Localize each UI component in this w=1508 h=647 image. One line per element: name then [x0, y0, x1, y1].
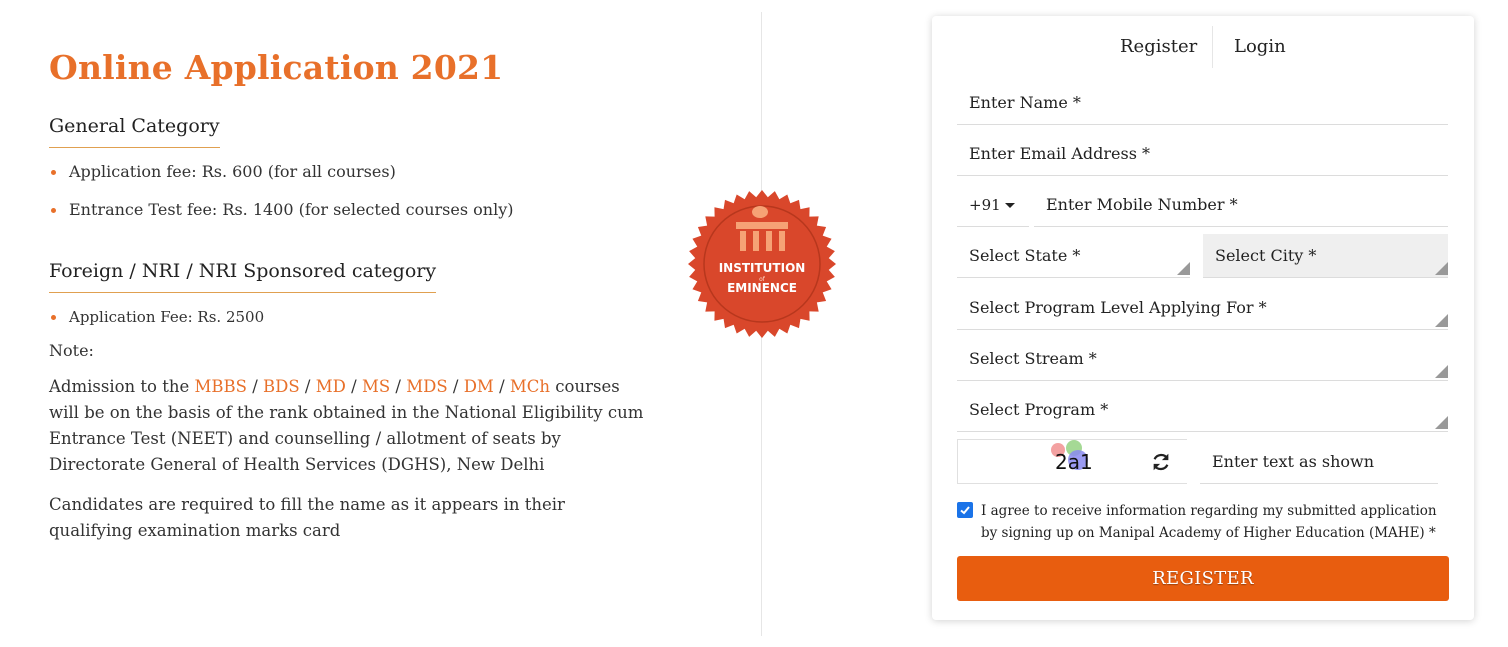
separator: / — [345, 377, 362, 396]
list-item: Application fee: Rs. 600 (for all course… — [49, 162, 649, 182]
select-corner-icon — [1435, 314, 1448, 327]
list-item: Application Fee: Rs. 2500 — [49, 307, 649, 327]
course-link-bds[interactable]: BDS — [263, 377, 300, 396]
separator: / — [246, 377, 264, 396]
email-input[interactable]: Enter Email Address * — [957, 132, 1448, 176]
state-placeholder: Select State * — [969, 246, 1081, 265]
left-info-panel: Online Application 2021 General Category… — [49, 48, 649, 544]
register-form-panel: Register Login Enter Name * Enter Email … — [932, 16, 1474, 620]
foreign-fee-list: Application Fee: Rs. 2500 — [49, 307, 649, 327]
name-placeholder: Enter Name * — [969, 93, 1081, 112]
agree-text: I agree to receive information regarding… — [981, 503, 1437, 541]
chevron-down-icon — [1005, 203, 1015, 208]
select-corner-icon — [1435, 365, 1448, 378]
captcha-input[interactable]: Enter text as shown — [1200, 439, 1438, 484]
select-corner-icon — [1435, 416, 1448, 429]
program-level-select[interactable]: Select Program Level Applying For * — [957, 286, 1448, 330]
eminence-seal-icon: INSTITUTION of EMINENCE — [688, 190, 836, 338]
fee-suffix: (for selected courses only) — [293, 200, 514, 219]
auth-tabs: Register Login — [932, 26, 1474, 68]
name-note: Candidates are required to fill the name… — [49, 495, 565, 540]
mobile-input[interactable]: Enter Mobile Number * — [1034, 183, 1448, 227]
fee-label: Entrance Test fee: — [69, 200, 223, 219]
course-link-dm[interactable]: DM — [464, 377, 494, 396]
admission-note: Admission to the MBBS / BDS / MD / MS / … — [49, 374, 649, 478]
general-category-heading: General Category — [49, 115, 220, 148]
fee-amount: Rs. 600 — [201, 162, 263, 181]
program-level-placeholder: Select Program Level Applying For * — [969, 298, 1267, 317]
state-select[interactable]: Select State * — [957, 234, 1190, 278]
course-link-md[interactable]: MD — [316, 377, 346, 396]
institution-of-eminence-badge: INSTITUTION of EMINENCE — [686, 189, 838, 339]
city-select[interactable]: Select City * — [1203, 234, 1448, 278]
program-placeholder: Select Program * — [969, 400, 1109, 419]
course-link-mch[interactable]: MCh — [510, 377, 550, 396]
separator: / — [447, 377, 464, 396]
tab-divider — [1212, 26, 1213, 68]
fee-suffix: (for all courses) — [262, 162, 396, 181]
select-corner-icon — [1177, 262, 1190, 275]
page-title: Online Application 2021 — [49, 48, 504, 87]
badge-line1: INSTITUTION — [719, 261, 806, 275]
refresh-icon[interactable] — [1150, 451, 1172, 473]
stream-placeholder: Select Stream * — [969, 349, 1097, 368]
list-item: Entrance Test fee: Rs. 1400 (for selecte… — [49, 200, 649, 220]
mobile-placeholder: Enter Mobile Number * — [1046, 195, 1238, 214]
note-label: Note: — [49, 341, 94, 360]
foreign-category-heading: Foreign / NRI / NRI Sponsored category — [49, 260, 437, 293]
captcha-placeholder: Enter text as shown — [1212, 452, 1375, 471]
general-fee-list: Application fee: Rs. 600 (for all course… — [49, 162, 649, 220]
course-link-ms[interactable]: MS — [362, 377, 390, 396]
email-placeholder: Enter Email Address * — [969, 144, 1150, 163]
course-link-mbbs[interactable]: MBBS — [195, 377, 247, 396]
country-code-value: +91 — [969, 196, 1001, 214]
checkmark-icon — [960, 506, 970, 515]
course-link-mds[interactable]: MDS — [406, 377, 447, 396]
stream-select[interactable]: Select Stream * — [957, 337, 1448, 381]
name-input[interactable]: Enter Name * — [957, 81, 1448, 125]
captcha-text: 2a1 — [1055, 450, 1093, 474]
tab-register[interactable]: Register — [1120, 26, 1197, 68]
captcha-box: 2a1 — [957, 439, 1187, 484]
badge-line3: EMINENCE — [727, 281, 797, 295]
program-select[interactable]: Select Program * — [957, 388, 1448, 432]
separator: / — [493, 377, 510, 396]
agree-checkbox[interactable] — [957, 502, 973, 518]
separator: / — [390, 377, 407, 396]
agree-consent: I agree to receive information regarding… — [957, 500, 1447, 544]
note-prefix: Admission to the — [49, 377, 195, 396]
fee-label: Application fee: — [69, 162, 202, 181]
separator: / — [299, 377, 316, 396]
select-corner-icon — [1435, 262, 1448, 275]
city-placeholder: Select City * — [1215, 246, 1317, 265]
register-button[interactable]: REGISTER — [957, 556, 1449, 601]
country-code-select[interactable]: +91 — [957, 183, 1029, 227]
tab-login[interactable]: Login — [1234, 26, 1286, 68]
fee-amount: Rs. 1400 — [222, 200, 294, 219]
